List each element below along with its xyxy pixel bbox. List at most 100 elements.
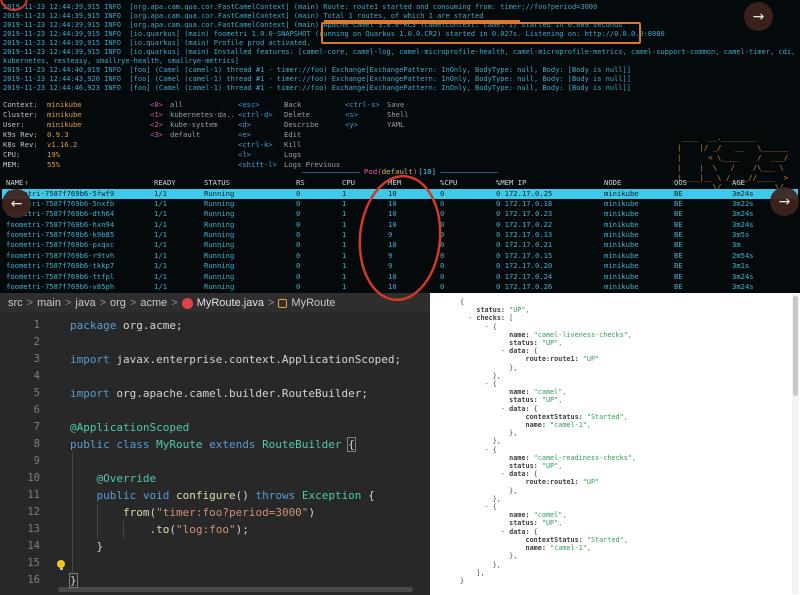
collapse-toggle[interactable] xyxy=(460,552,509,560)
pod-rs: 0 xyxy=(290,199,336,209)
lightbulb-icon[interactable] xyxy=(57,560,65,568)
prev-arrow-button[interactable]: ← xyxy=(2,189,31,218)
collapse-toggle[interactable]: - xyxy=(460,470,509,478)
pod-pcpu: 0 xyxy=(434,199,490,209)
collapse-toggle[interactable]: - xyxy=(460,405,509,413)
col-header-cpu[interactable]: CPU xyxy=(336,178,382,188)
collapse-toggle[interactable] xyxy=(460,306,476,314)
breadcrumb-file[interactable]: MyRoute.java xyxy=(197,297,264,309)
collapse-toggle[interactable] xyxy=(460,511,509,519)
col-header-mem[interactable]: MEM xyxy=(382,178,434,188)
pod-row[interactable]: foometri-7587f769b6-5fwf9 1/1 Running 0 … xyxy=(2,189,798,199)
horizontal-scrollbar[interactable] xyxy=(58,587,413,592)
collapse-toggle[interactable] xyxy=(460,454,509,462)
collapse-toggle[interactable] xyxy=(460,364,509,372)
hotkey-key: <ctrl-d> xyxy=(238,110,284,120)
collapse-toggle[interactable] xyxy=(460,429,509,437)
pod-cpu: 1 xyxy=(336,251,382,261)
breadcrumb-item[interactable]: org xyxy=(110,297,126,309)
collapse-toggle[interactable] xyxy=(460,569,476,577)
breadcrumb-item[interactable]: java xyxy=(75,297,95,309)
pod-row[interactable]: foometri-7587f769b6-5nxfb 1/1 Running 0 … xyxy=(2,199,798,209)
collapse-toggle[interactable]: - xyxy=(460,314,476,322)
collapse-toggle[interactable] xyxy=(460,536,525,544)
collapse-toggle[interactable] xyxy=(460,388,509,396)
collapse-toggle[interactable] xyxy=(460,544,525,552)
json-line: name: "camel", xyxy=(460,511,800,519)
namespace-row[interactable]: <3>default xyxy=(150,130,235,140)
pod-ready: 1/1 xyxy=(148,261,198,271)
pod-cpu: 1 xyxy=(336,272,382,282)
col-header-rs[interactable]: RS xyxy=(290,178,336,188)
breadcrumb-symbol[interactable]: MyRoute xyxy=(291,297,335,309)
collapse-toggle[interactable] xyxy=(460,421,525,429)
col-header-node[interactable]: NODE xyxy=(598,178,668,188)
col-header-status[interactable]: STATUS xyxy=(198,178,290,188)
hotkey-action: Logs xyxy=(284,150,301,159)
col-header-pmem-ip[interactable]: %MEM IP xyxy=(490,178,598,188)
code-token: { xyxy=(348,438,355,451)
code-area[interactable]: 1package org.acme; 2 3import javax.enter… xyxy=(0,313,430,589)
code-token: package xyxy=(70,319,123,332)
collapse-toggle[interactable] xyxy=(460,396,509,404)
code-token: @Override xyxy=(97,472,157,485)
json-line: { xyxy=(460,298,800,306)
collapse-toggle[interactable]: - xyxy=(460,446,493,454)
pod-cpu: 1 xyxy=(336,282,382,292)
json-value: "camel-readiness-checks", xyxy=(534,454,636,462)
json-value: "camel-1", xyxy=(550,421,591,429)
collapse-toggle[interactable]: - xyxy=(460,323,493,331)
collapse-toggle[interactable] xyxy=(460,478,525,486)
namespace-row[interactable]: <1>kubernetes-da.. xyxy=(150,110,235,120)
json-punct: ], xyxy=(476,569,484,577)
next-arrow-button[interactable]: → xyxy=(744,2,773,31)
collapse-toggle[interactable] xyxy=(460,355,525,363)
collapse-toggle[interactable]: - xyxy=(460,528,509,536)
namespace-row[interactable]: <2>kube-system xyxy=(150,120,235,130)
collapse-toggle[interactable] xyxy=(460,495,493,503)
pod-pmem-ip: 0 172.17.0.23 xyxy=(490,209,598,219)
pod-row[interactable]: foometri-7587f769b6-pxqxc 1/1 Running 0 … xyxy=(2,240,798,250)
col-header-ready[interactable]: READY xyxy=(148,178,198,188)
col-header-qos[interactable]: QOS xyxy=(668,178,726,188)
code-token: "timer:foo?period=3000" xyxy=(156,506,308,519)
scrollbar[interactable] xyxy=(792,294,799,594)
collapse-toggle[interactable] xyxy=(460,462,509,470)
col-header-name[interactable]: NAME↑ xyxy=(2,178,148,188)
col-header-pcpu[interactable]: %CPU xyxy=(434,178,490,188)
collapse-toggle[interactable]: - xyxy=(460,503,493,511)
hotkey-key: <y> xyxy=(345,120,387,130)
collapse-toggle[interactable] xyxy=(460,561,493,569)
pod-row[interactable]: foometri-7587f769b6-k9b85 1/1 Running 0 … xyxy=(2,230,798,240)
pod-row[interactable]: foometri-7587f769b6-ttfpl 1/1 Running 0 … xyxy=(2,272,798,282)
namespace-row[interactable]: <0>all xyxy=(150,100,235,110)
collapse-toggle[interactable] xyxy=(460,519,509,527)
collapse-toggle[interactable]: - xyxy=(460,347,509,355)
hotkey-key: <s> xyxy=(345,110,387,120)
breadcrumb-item[interactable]: src xyxy=(8,297,23,309)
collapse-toggle[interactable] xyxy=(460,331,509,339)
pod-row[interactable]: foometri-7587f769b6-hxn94 1/1 Running 0 … xyxy=(2,220,798,230)
info-value: minikube xyxy=(47,110,82,119)
pod-row[interactable]: foometri-7587f769b6-r9tvh 1/1 Running 0 … xyxy=(2,251,798,261)
next-arrow-button[interactable]: → xyxy=(770,187,799,216)
collapse-toggle[interactable] xyxy=(460,487,509,495)
collapse-toggle[interactable] xyxy=(460,437,493,445)
pod-mem: 10 xyxy=(382,189,434,199)
breadcrumb-item[interactable]: main xyxy=(37,297,61,309)
pod-status: Running xyxy=(198,240,290,250)
breadcrumb-separator: > xyxy=(65,297,71,309)
pod-qos: BE xyxy=(668,251,726,261)
collapse-toggle[interactable] xyxy=(460,339,509,347)
collapse-toggle[interactable] xyxy=(460,372,493,380)
code-token: javax.enterprise.context.ApplicationScop… xyxy=(116,353,401,366)
scrollbar-thumb[interactable] xyxy=(793,296,798,396)
pod-row[interactable]: foometri-7587f769b6-v85ph 1/1 Running 0 … xyxy=(2,282,798,292)
pod-name: foometri-7587f769b6-pxqxc xyxy=(2,240,148,250)
collapse-toggle[interactable]: - xyxy=(460,380,493,388)
breadcrumb-item[interactable]: acme xyxy=(140,297,167,309)
pod-rs: 0 xyxy=(290,220,336,230)
collapse-toggle[interactable] xyxy=(460,413,525,421)
pod-row[interactable]: foometri-7587f769b6-dth64 1/1 Running 0 … xyxy=(2,209,798,219)
pod-row[interactable]: foometri-7587f769b6-tkkp7 1/1 Running 0 … xyxy=(2,261,798,271)
